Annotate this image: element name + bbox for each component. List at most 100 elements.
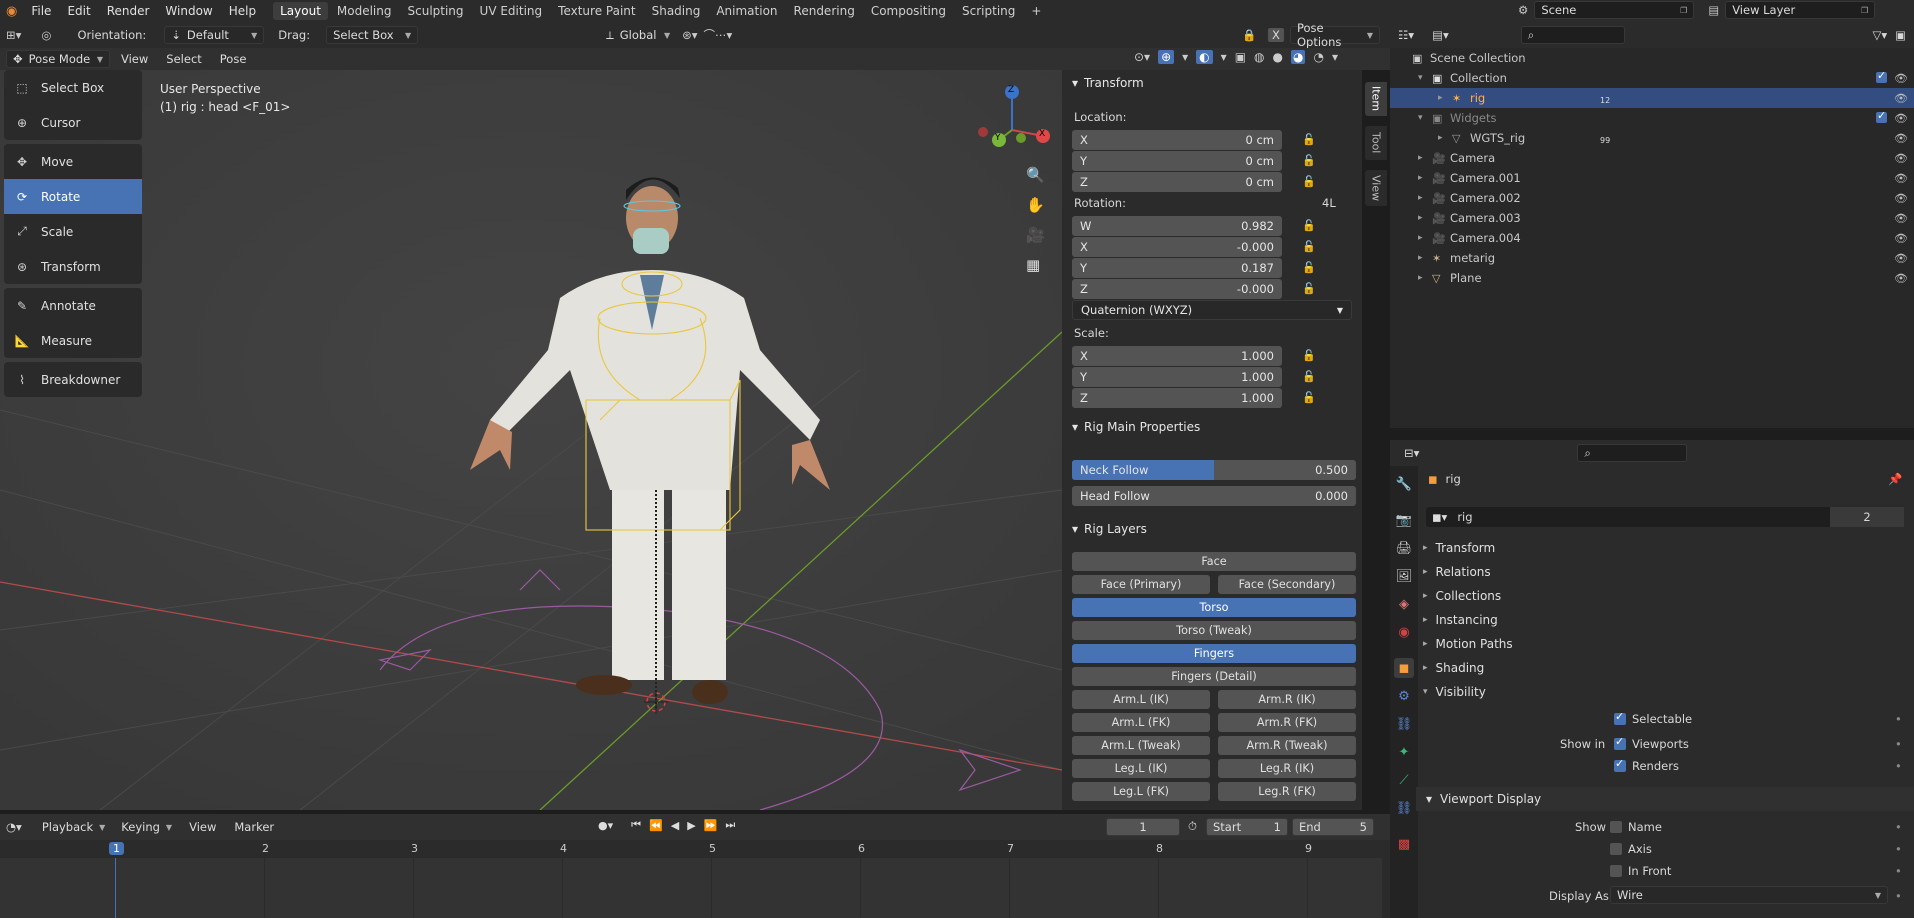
outliner-search-input[interactable]: ⌕ <box>1520 26 1625 44</box>
tool-annotate[interactable]: ✎ Annotate <box>4 288 142 323</box>
tool-rotate[interactable]: ⟳ Rotate <box>4 179 142 214</box>
disclosure-triangle-icon[interactable]: ▸ <box>1438 93 1443 103</box>
tab-shading[interactable]: Shading <box>645 2 708 20</box>
current-frame-field[interactable]: 1 <box>1106 818 1180 836</box>
rig-layer-leg-l-fk[interactable]: Leg.L (FK) <box>1072 782 1210 801</box>
eye-icon[interactable]: 👁 <box>1894 152 1908 165</box>
decorator-dot[interactable]: • <box>1895 759 1902 773</box>
camera-view-icon[interactable]: 🎥 <box>1026 226 1045 244</box>
rig-layer-arm-l-fk[interactable]: Arm.L (FK) <box>1072 713 1210 732</box>
pivot-icon[interactable]: ⊛▾ <box>682 28 697 42</box>
decorator-dot[interactable]: • <box>1895 842 1902 856</box>
preview-range-icon[interactable]: ⏱ <box>1188 819 1197 834</box>
end-frame-field[interactable]: End 5 <box>1292 818 1374 836</box>
users-count[interactable]: 2 <box>1830 507 1904 527</box>
jump-keyframe-forward-icon[interactable]: ⏩ <box>704 819 718 832</box>
view-layer-properties-icon[interactable]: 🖼 <box>1394 566 1414 586</box>
location-x-field[interactable]: X0 cm <box>1072 130 1282 150</box>
tab-uv-editing[interactable]: UV Editing <box>473 2 550 20</box>
axis-checkbox[interactable] <box>1610 843 1622 855</box>
axis-row[interactable]: Axis <box>1610 842 1652 856</box>
lock-icon-header[interactable]: 🔒 <box>1242 28 1256 42</box>
transform-orientation-dropdown[interactable]: ⟂ Global ▼ <box>600 26 676 44</box>
rotation-mode-dropdown[interactable]: Quaternion (WXYZ) ▼ <box>1072 300 1352 320</box>
rig-layer-face-primary[interactable]: Face (Primary) <box>1072 575 1210 594</box>
decorator-dot[interactable]: • <box>1895 737 1902 751</box>
section-visibility[interactable]: ▾ Visibility <box>1423 680 1914 704</box>
outliner-row-metarig[interactable]: ▸ ✶ metarig 👁 <box>1390 248 1914 268</box>
transform-panel-header[interactable]: ▾ Transform <box>1062 70 1362 96</box>
menu-edit[interactable]: Edit <box>59 4 98 18</box>
rotation-y-field[interactable]: Y 0.187 <box>1072 258 1282 278</box>
tool-settings-icon[interactable]: ◎ <box>41 28 51 42</box>
outliner-row-plane[interactable]: ▸ ▽ Plane 👁 <box>1390 268 1914 288</box>
overlay-icon[interactable]: ◐ <box>1196 50 1213 64</box>
viewports-checkbox[interactable] <box>1614 735 1626 750</box>
name-checkbox[interactable] <box>1610 821 1622 833</box>
neck-follow-slider[interactable]: Neck Follow 0.500 <box>1072 460 1356 480</box>
shading-solid-icon[interactable]: ● <box>1273 50 1283 64</box>
viewport-display-section[interactable]: ▾ Viewport Display <box>1416 787 1914 811</box>
outliner-row-camera-001[interactable]: ▸ 🎥 Camera.001 👁 <box>1390 168 1914 188</box>
tab-rendering[interactable]: Rendering <box>787 2 862 20</box>
in-front-row[interactable]: In Front <box>1610 864 1671 878</box>
exclude-checkbox[interactable] <box>1876 109 1887 123</box>
lock-icon[interactable]: 🔓 <box>1302 133 1316 146</box>
rig-layer-torso-tweak[interactable]: Torso (Tweak) <box>1072 621 1356 640</box>
menu-render[interactable]: Render <box>99 4 158 18</box>
lock-icon[interactable]: 🔓 <box>1302 261 1316 274</box>
rig-layer-arm-r-tweak[interactable]: Arm.R (Tweak) <box>1218 736 1356 755</box>
timeline-marker-menu[interactable]: Marker <box>227 819 281 835</box>
drag-dropdown[interactable]: Select Box ▼ <box>326 26 419 44</box>
tab-modeling[interactable]: Modeling <box>330 2 399 20</box>
output-properties-icon[interactable]: 🖨 <box>1394 538 1414 558</box>
tool-move[interactable]: ✥ Move <box>4 144 142 179</box>
rig-layers-panel-header[interactable]: ▾ Rig Layers <box>1062 516 1362 542</box>
exclude-checkbox[interactable] <box>1876 69 1887 83</box>
world-properties-icon[interactable]: ◉ <box>1394 622 1414 642</box>
rotation-w-field[interactable]: W 0.982 <box>1072 216 1282 236</box>
disclosure-triangle-icon[interactable]: ▾ <box>1418 73 1423 83</box>
rig-layer-arm-r-fk[interactable]: Arm.R (FK) <box>1218 713 1356 732</box>
scene-properties-icon[interactable]: ◈ <box>1394 594 1414 614</box>
tool-scale[interactable]: ⤢ Scale <box>4 214 142 249</box>
outliner-row-camera-004[interactable]: ▸ 🎥 Camera.004 👁 <box>1390 228 1914 248</box>
menu-pose[interactable]: Pose <box>213 51 254 67</box>
pin-icon[interactable]: 📌 <box>1888 472 1902 486</box>
location-z-field[interactable]: Z0 cm <box>1072 172 1282 192</box>
rig-layer-torso[interactable]: Torso <box>1072 598 1356 617</box>
gizmo-toggle-icon[interactable]: ⊕ <box>1158 50 1175 64</box>
jump-end-icon[interactable]: ⏭ <box>725 818 735 832</box>
new-collection-icon[interactable]: ▣ <box>1895 28 1906 42</box>
name-row[interactable]: Name <box>1610 820 1662 834</box>
rig-layer-arm-l-ik[interactable]: Arm.L (IK) <box>1072 690 1210 709</box>
texture-properties-icon[interactable]: ▩ <box>1394 834 1414 854</box>
tab-view[interactable]: View <box>1365 170 1387 206</box>
menu-view[interactable]: View <box>114 51 155 67</box>
tool-transform[interactable]: ⊛ Transform <box>4 249 142 284</box>
bone-constraint-icon[interactable]: ⛓ <box>1394 798 1414 818</box>
frame-ruler[interactable]: 1 2 3 4 5 6 7 8 9 <box>0 840 1390 858</box>
play-reverse-icon[interactable]: ◀ <box>671 819 679 832</box>
view-layer-icon[interactable]: ▤ <box>1708 3 1719 17</box>
eye-icon[interactable]: 👁 <box>1894 232 1908 245</box>
tool-properties-icon[interactable]: 🔧 <box>1394 474 1414 494</box>
rotation-z-field[interactable]: Z -0.000 <box>1072 279 1282 299</box>
rig-layer-face-secondary[interactable]: Face (Secondary) <box>1218 575 1356 594</box>
constraint-properties-icon[interactable]: ⛓ <box>1394 714 1414 734</box>
in-front-checkbox[interactable] <box>1610 865 1622 877</box>
decorator-dot[interactable]: • <box>1895 864 1902 878</box>
view-layer-selector[interactable]: View Layer ❐ <box>1725 1 1876 19</box>
section-relations[interactable]: ▸ Relations <box>1423 560 1914 584</box>
scale-x-field[interactable]: X 1.000 <box>1072 346 1282 366</box>
menu-select[interactable]: Select <box>159 51 208 67</box>
eye-icon[interactable]: 👁 <box>1894 92 1908 105</box>
decorator-dot[interactable]: • <box>1895 889 1902 903</box>
copy-scene-icon[interactable]: ❐ <box>1680 6 1687 15</box>
mode-dropdown[interactable]: ✥ Pose Mode ▼ <box>6 50 110 68</box>
renders-checkbox[interactable] <box>1614 757 1626 772</box>
section-instancing[interactable]: ▸ Instancing <box>1423 608 1914 632</box>
eye-icon[interactable]: 👁 <box>1894 192 1908 205</box>
xray-icon[interactable]: ▣ <box>1235 50 1246 64</box>
lock-icon[interactable]: 🔓 <box>1302 349 1316 362</box>
